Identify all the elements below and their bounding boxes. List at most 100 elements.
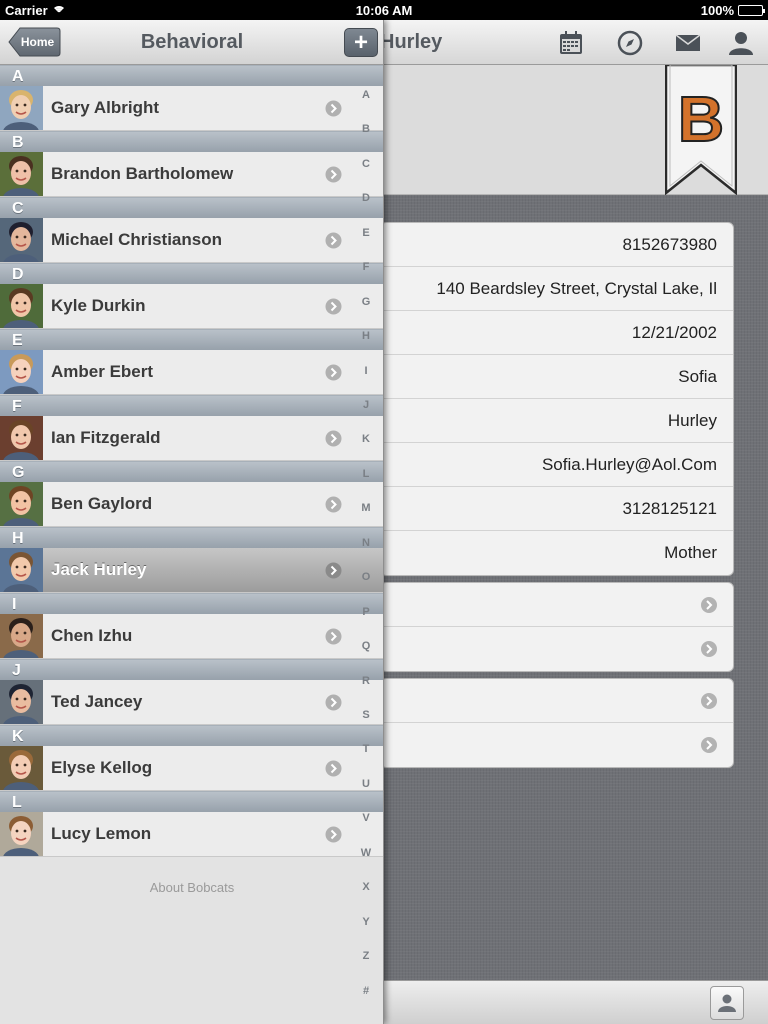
index-letter[interactable]: L: [352, 468, 380, 480]
index-letter[interactable]: O: [352, 571, 380, 583]
student-row[interactable]: Ben Gaylord: [0, 482, 383, 527]
index-letter[interactable]: X: [352, 881, 380, 893]
disclosure-icon[interactable]: [325, 100, 342, 117]
info-value: 12/21/2002: [631, 323, 717, 342]
person-icon[interactable]: [727, 29, 755, 57]
student-row[interactable]: Michael Christianson: [0, 218, 383, 263]
disclosure-icon[interactable]: [325, 298, 342, 315]
contact-card-icon: [718, 994, 736, 1012]
student-row[interactable]: Jack Hurley: [0, 548, 383, 593]
master-list-panel: Home Behavioral + A Gary Albright B Brandon…: [0, 20, 384, 1024]
student-name: Chen Izhu: [51, 626, 133, 645]
avatar: [0, 548, 43, 592]
student-row[interactable]: Chen Izhu: [0, 614, 383, 659]
student-name: Amber Ebert: [51, 362, 154, 381]
student-row[interactable]: Elyse Kellog: [0, 746, 383, 791]
avatar: [0, 812, 43, 856]
info-value: Mother: [664, 543, 717, 562]
avatar: [0, 86, 43, 130]
disclosure-icon[interactable]: [325, 496, 342, 513]
compass-icon[interactable]: [616, 29, 644, 57]
disclosure-icon[interactable]: [325, 364, 342, 381]
avatar: [0, 284, 43, 328]
info-row: Sofia: [381, 355, 733, 399]
student-row[interactable]: Gary Albright: [0, 86, 383, 131]
index-letter[interactable]: Y: [352, 916, 380, 928]
disclosure-icon[interactable]: [325, 694, 342, 711]
avatar: [0, 482, 43, 526]
info-row: 140 Beardsley Street, Crystal Lake, Il: [381, 267, 733, 311]
info-value: 3128125121: [622, 499, 717, 518]
disclosure-icon: [701, 641, 717, 657]
index-letter[interactable]: W: [352, 847, 380, 859]
student-row[interactable]: Ted Jancey: [0, 680, 383, 725]
index-letter[interactable]: N: [352, 537, 380, 549]
student-row[interactable]: Brandon Bartholomew: [0, 152, 383, 197]
add-button[interactable]: +: [344, 28, 378, 57]
disclosure-icon[interactable]: [325, 826, 342, 843]
student-row[interactable]: Amber Ebert: [0, 350, 383, 395]
section-header-j: J: [0, 659, 383, 680]
index-letter[interactable]: F: [352, 261, 380, 273]
index-letter[interactable]: Z: [352, 950, 380, 962]
index-letter[interactable]: T: [352, 743, 380, 755]
battery-percent: 100%: [700, 3, 734, 18]
index-letter[interactable]: G: [352, 296, 380, 308]
index-letter[interactable]: R: [352, 675, 380, 687]
detail-title: Hurley: [380, 31, 443, 53]
section-header-d: D: [0, 263, 383, 284]
student-name: Michael Christianson: [51, 230, 222, 249]
contact-card-button[interactable]: [710, 986, 744, 1020]
index-letter[interactable]: D: [352, 192, 380, 204]
disclosure-icon: [701, 737, 717, 753]
section-header-h: H: [0, 527, 383, 548]
mail-icon[interactable]: [674, 29, 702, 57]
student-row[interactable]: Ian Fitzgerald: [0, 416, 383, 461]
index-letter[interactable]: K: [352, 433, 380, 445]
index-letter[interactable]: C: [352, 158, 380, 170]
disclosure-icon[interactable]: [325, 430, 342, 447]
avatar: [0, 746, 43, 790]
index-letter[interactable]: A: [352, 89, 380, 101]
link-row[interactable]: [381, 627, 733, 671]
index-letter[interactable]: H: [352, 330, 380, 342]
index-letter[interactable]: J: [352, 399, 380, 411]
index-letter[interactable]: I: [352, 365, 380, 377]
index-letter[interactable]: M: [352, 502, 380, 514]
link-row[interactable]: [381, 583, 733, 627]
student-row[interactable]: Kyle Durkin: [0, 284, 383, 329]
disclosure-icon[interactable]: [325, 760, 342, 777]
disclosure-icon[interactable]: [325, 628, 342, 645]
info-value: Hurley: [667, 411, 717, 430]
disclosure-icon: [701, 597, 717, 613]
index-letter[interactable]: V: [352, 812, 380, 824]
avatar: [0, 152, 43, 196]
student-name: Jack Hurley: [51, 560, 147, 579]
calendar-icon[interactable]: [557, 29, 585, 57]
index-letter[interactable]: P: [352, 606, 380, 618]
about-link[interactable]: About Bobcats: [0, 880, 383, 895]
link-row[interactable]: [381, 723, 733, 767]
disclosure-icon[interactable]: [325, 166, 342, 183]
disclosure-icon[interactable]: [325, 562, 342, 579]
index-letter[interactable]: S: [352, 709, 380, 721]
info-value: Sofia.Hurley@Aol.Com: [541, 455, 717, 474]
index-letter[interactable]: U: [352, 778, 380, 790]
section-header-f: F: [0, 395, 383, 416]
info-value: 8152673980: [622, 235, 717, 254]
student-row[interactable]: Lucy Lemon: [0, 812, 383, 857]
index-letter[interactable]: B: [352, 123, 380, 135]
index-letter[interactable]: E: [352, 227, 380, 239]
link-row[interactable]: [381, 679, 733, 723]
student-name: Brandon Bartholomew: [51, 164, 234, 183]
index-letter[interactable]: #: [352, 985, 380, 997]
ribbon-letter: B: [677, 82, 725, 156]
disclosure-icon[interactable]: [325, 232, 342, 249]
section-index[interactable]: A B C D E F G H I J K L M N O P Q R S T U V W X Y Z #: [352, 81, 380, 1011]
student-list: A Gary Albright B Brandon Bartholomew C Micha…: [0, 65, 383, 857]
index-letter[interactable]: Q: [352, 640, 380, 652]
section-header-e: E: [0, 329, 383, 350]
battery-icon: [738, 5, 765, 16]
info-value: Sofia: [678, 367, 717, 386]
student-name: Gary Albright: [51, 98, 159, 117]
